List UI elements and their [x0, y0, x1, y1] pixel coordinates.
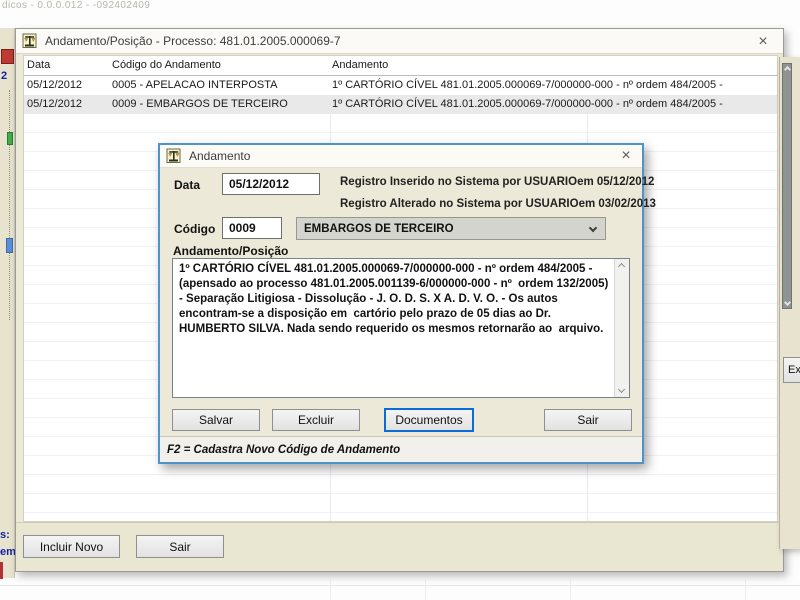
- column-header-data[interactable]: Data: [27, 59, 50, 71]
- cell-data: 05/12/2012: [27, 79, 82, 91]
- modal-status-bar: F2 = Cadastra Novo Código de Andamento: [160, 436, 642, 462]
- excluir-button[interactable]: Excluir: [272, 409, 360, 431]
- dialog-title: Andamento/Posição - Processo: 481.01.200…: [45, 34, 341, 48]
- scales-document-icon: [22, 33, 38, 49]
- salvar-button[interactable]: Salvar: [172, 409, 260, 431]
- data-label: Data: [174, 178, 200, 192]
- andamento-modal: Andamento × Data Registro Inserido no Si…: [158, 143, 644, 464]
- documentos-button[interactable]: Documentos: [384, 408, 474, 432]
- background-grid-line: [570, 580, 571, 600]
- background-text-fragment: s:: [0, 529, 10, 541]
- incluir-novo-button[interactable]: Incluir Novo: [23, 535, 120, 558]
- column-header-andamento[interactable]: Andamento: [332, 59, 388, 71]
- registro-alterado-line: Registro Alterado no Sistema por USUARIO…: [340, 198, 630, 210]
- background-right-window-edge: Ex: [779, 57, 800, 549]
- background-left-toolbar: 2 s: ema: [0, 28, 15, 578]
- background-red-fragment: [0, 562, 3, 579]
- background-ex-button[interactable]: Ex: [783, 357, 800, 383]
- background-red-icon: [1, 49, 14, 64]
- textarea-scrollbar[interactable]: [614, 259, 629, 397]
- background-dotted-separator: [9, 90, 10, 320]
- scroll-up-icon: [784, 66, 791, 73]
- codigo-label: Código: [174, 222, 215, 236]
- andamento-textarea-frame: 1º CARTÓRIO CÍVEL 481.01.2005.000069-7/0…: [172, 258, 630, 398]
- cell-codigo: 0005 - APELACAO INTERPOSTA: [112, 79, 277, 91]
- background-window-title-fragment: dicos - 0.0.0.012 - -092402409: [2, 0, 150, 11]
- background-number-fragment: 2: [1, 70, 7, 82]
- background-grid-line: [745, 580, 746, 600]
- cell-andamento: 1º CARTÓRIO CÍVEL 481.01.2005.000069-7/0…: [332, 79, 723, 91]
- registro-inserido-date: em 05/12/2012: [577, 176, 654, 188]
- background-green-icon: [7, 132, 13, 145]
- andamento-textarea[interactable]: 1º CARTÓRIO CÍVEL 481.01.2005.000069-7/0…: [173, 259, 614, 397]
- registro-inserido-text: Registro Inserido no Sistema por USUARIO: [340, 176, 577, 188]
- table-header[interactable]: Data Código do Andamento Andamento: [24, 56, 777, 76]
- scroll-up-icon: [618, 263, 625, 270]
- dropdown-selected-value: EMBARGOS DE TERCEIRO: [304, 223, 454, 235]
- background-scrollbar[interactable]: [782, 63, 792, 309]
- chevron-down-icon: [589, 224, 597, 232]
- registro-alterado-text: Registro Alterado no Sistema por USUARIO: [340, 198, 579, 210]
- dialog-button-bar: Incluir Novo Sair: [16, 522, 783, 571]
- dialog-titlebar[interactable]: Andamento/Posição - Processo: 481.01.200…: [16, 29, 783, 54]
- table-row-selected[interactable]: 05/12/2012 0009 - EMBARGOS DE TERCEIRO 1…: [24, 95, 777, 114]
- close-icon[interactable]: ×: [753, 32, 773, 52]
- cell-data: 05/12/2012: [27, 98, 82, 110]
- andamento-posicao-label: Andamento/Posição: [173, 244, 288, 258]
- background-grid-line: [425, 580, 426, 600]
- modal-title: Andamento: [189, 149, 250, 163]
- scroll-down-icon: [618, 386, 625, 393]
- background-grid-line: [330, 580, 331, 600]
- registro-inserido-line: Registro Inserido no Sistema por USUARIO…: [340, 176, 630, 188]
- data-input[interactable]: [222, 173, 320, 195]
- sair-button[interactable]: Sair: [136, 535, 224, 558]
- desktop: dicos - 0.0.0.012 - -092402409 2 s: ema …: [0, 0, 800, 600]
- codigo-input[interactable]: [222, 217, 282, 239]
- close-icon[interactable]: ×: [616, 146, 636, 166]
- background-blue-icon: [6, 238, 13, 253]
- registro-alterado-date: em 03/02/2013: [579, 198, 656, 210]
- scroll-down-icon: [784, 299, 791, 306]
- background-grid-line: [0, 585, 800, 586]
- modal-titlebar[interactable]: Andamento: [160, 145, 642, 168]
- codigo-descricao-dropdown[interactable]: EMBARGOS DE TERCEIRO: [296, 217, 606, 240]
- scales-document-icon: [166, 148, 182, 164]
- sair-button[interactable]: Sair: [544, 409, 632, 431]
- column-header-codigo[interactable]: Código do Andamento: [112, 59, 221, 71]
- cell-codigo: 0009 - EMBARGOS DE TERCEIRO: [112, 98, 288, 110]
- cell-andamento: 1º CARTÓRIO CÍVEL 481.01.2005.000069-7/0…: [332, 98, 723, 110]
- table-row[interactable]: 05/12/2012 0005 - APELACAO INTERPOSTA 1º…: [24, 76, 777, 95]
